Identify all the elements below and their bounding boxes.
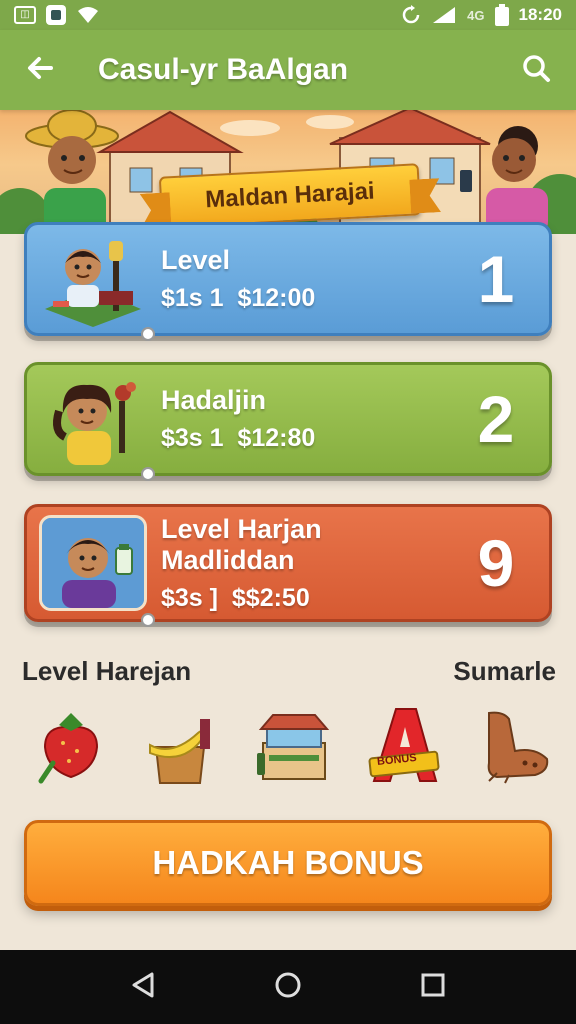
back-triangle-icon [128, 970, 158, 1005]
system-nav-bar [0, 950, 576, 1024]
level-1-title: Level [161, 245, 231, 275]
status-time: 18:20 [518, 5, 562, 24]
level-card-2[interactable]: Hadaljin $3s 1 $12:80 2 [24, 362, 552, 481]
page-title: Casul-yr BaAlgan [98, 53, 349, 86]
connector-dot [141, 327, 155, 341]
level-card-1[interactable]: Level $1s 1 $12:00 1 [24, 222, 552, 341]
bonus-button[interactable]: HADKAH BONUS [24, 820, 552, 906]
items-header: Level Harejan Sumarle [22, 656, 556, 687]
connector-dot [141, 467, 155, 481]
level-1-price: $1s 1 $12:00 [161, 284, 316, 312]
level-2-title: Hadaljin [161, 385, 267, 415]
connector-dot [141, 613, 155, 627]
app-bar: Casul-yr BaAlgan [0, 30, 576, 110]
sync-icon [401, 5, 421, 25]
home-circle-icon [273, 970, 303, 1005]
signal-icon [431, 5, 457, 25]
level-3-title: Level Harjan Madliddan [161, 513, 322, 575]
level-3-number: 9 [477, 526, 515, 600]
level-1-avatar [39, 231, 147, 327]
boot-icon[interactable] [472, 702, 558, 788]
hero-banner: Maldan Harajai [0, 108, 576, 234]
arrow-left-icon [25, 53, 55, 88]
level-3-price: $3s ] $$2:50 [161, 583, 310, 612]
battery-icon [494, 4, 509, 26]
items-right-label: Sumarle [453, 656, 556, 686]
banana-crate-icon[interactable] [139, 702, 225, 788]
level-2-price: $3s 1 $12:80 [161, 424, 316, 452]
items-row: BONUS [28, 700, 558, 790]
status-bar: ◫ 4G 18:20 [0, 0, 576, 30]
strawberry-icon[interactable] [28, 702, 114, 788]
back-button[interactable] [22, 52, 58, 88]
level-2-avatar [39, 371, 147, 467]
level-3-avatar [39, 515, 147, 611]
level-card-3[interactable]: Level Harjan Madliddan $3s ] $$2:50 9 [24, 504, 552, 627]
nav-home-button[interactable] [266, 965, 310, 1009]
network-label: 4G [467, 7, 485, 23]
letter-a-icon[interactable]: BONUS [361, 702, 447, 788]
notification-icon: ◫ [14, 6, 36, 24]
search-button[interactable] [518, 52, 554, 88]
shop-stall-icon[interactable] [250, 702, 336, 788]
search-icon [521, 53, 551, 88]
level-2-number: 2 [477, 382, 515, 456]
nav-back-button[interactable] [121, 965, 165, 1009]
nav-recents-button[interactable] [411, 965, 455, 1009]
recents-square-icon [418, 970, 448, 1005]
wifi-icon [76, 5, 100, 25]
items-left-label: Level Harejan [22, 656, 192, 686]
screen-record-icon [46, 5, 66, 25]
level-1-number: 1 [477, 242, 515, 316]
